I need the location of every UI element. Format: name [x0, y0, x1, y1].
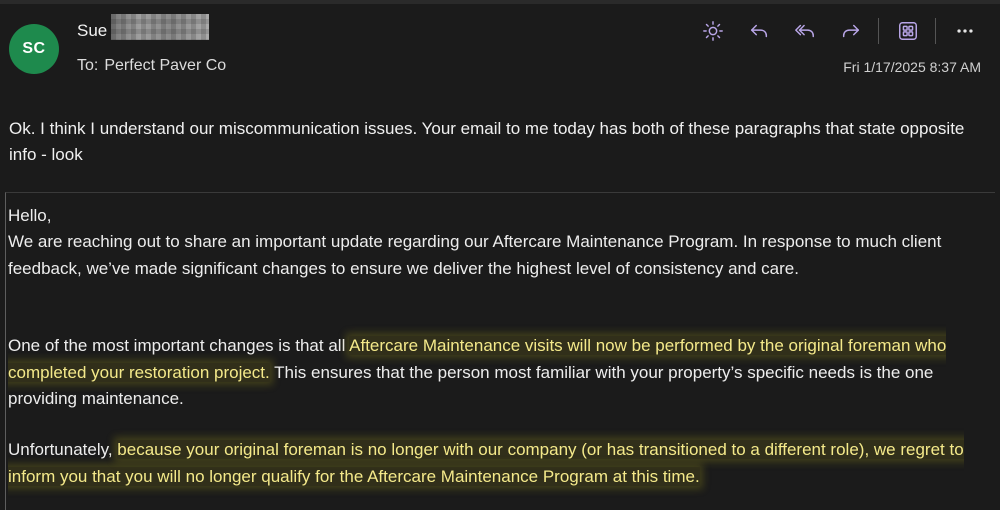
redacted-surname: [111, 14, 209, 40]
forward-icon[interactable]: [834, 14, 868, 48]
recipient-line: To: Perfect Paver Co: [77, 57, 226, 75]
recipient-name[interactable]: Perfect Paver Co: [104, 57, 226, 74]
message-toolbar: [684, 14, 982, 48]
quote-paragraph-3-start: Unfortunately,: [8, 440, 118, 459]
quote-paragraph-3: Unfortunately, because your original for…: [6, 437, 983, 490]
quote-paragraph-2: One of the most important changes is tha…: [6, 333, 983, 413]
message-date: Fri 1/17/2025 8:37 AM: [843, 59, 981, 75]
avatar[interactable]: SC: [9, 24, 59, 74]
reply-icon[interactable]: [742, 14, 776, 48]
quote-greeting: Hello,: [8, 206, 52, 225]
sender-name[interactable]: Sue: [77, 21, 107, 41]
quote-paragraph-1: We are reaching out to share an importan…: [8, 232, 942, 278]
to-label: To:: [77, 57, 99, 74]
toolbar-divider-2: [935, 18, 936, 44]
reply-all-icon[interactable]: [788, 14, 822, 48]
top-border: [0, 0, 1000, 4]
toolbar-divider: [878, 18, 879, 44]
quoted-email: Hello, We are reaching out to share an i…: [5, 192, 995, 510]
quote-paragraph-2-start: One of the most important changes is tha…: [8, 336, 350, 355]
more-icon[interactable]: [948, 14, 982, 48]
apps-icon[interactable]: [891, 14, 925, 48]
message-body-intro: Ok. I think I understand our miscommunic…: [9, 119, 965, 164]
highlighted-text-2: because your original foreman is no long…: [8, 440, 964, 486]
sun-icon[interactable]: [696, 14, 730, 48]
